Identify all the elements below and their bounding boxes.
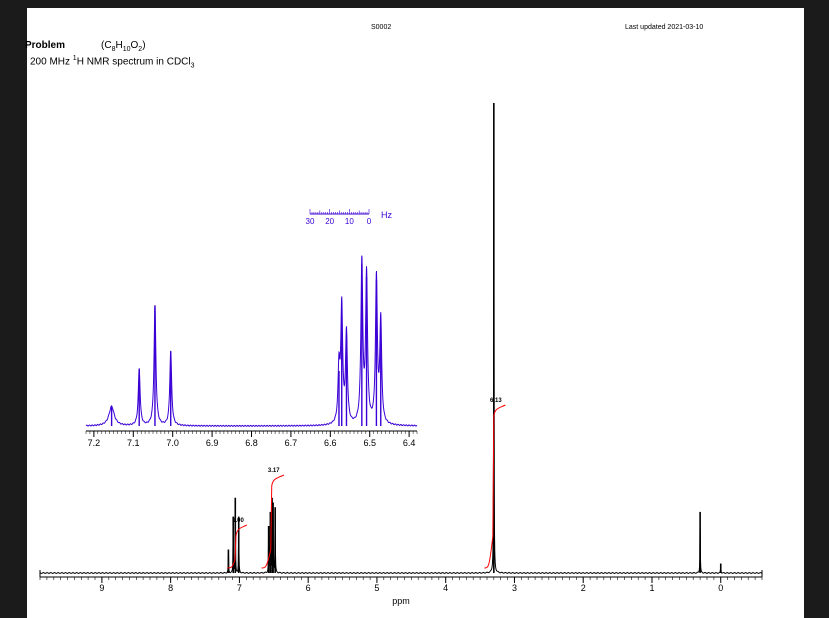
main-spectrum: 9 8 7 6 5 4 3 2 1 0ppm1.003.176.13: [39, 103, 763, 606]
hz-scale-label: 20: [325, 217, 334, 226]
x-axis-title: ppm: [392, 596, 410, 606]
x-axis-tick-label: 3: [512, 583, 517, 593]
x-axis-tick-label: 0: [718, 583, 723, 593]
inset-tick-label: 7.2: [88, 438, 101, 448]
x-axis-tick-label: 4: [443, 583, 448, 593]
inset-tick-label: 6.5: [363, 438, 376, 448]
x-axis-tick-label: 9: [99, 583, 104, 593]
integral-label: 1.00: [232, 518, 244, 524]
integral-label: 3.17: [268, 468, 280, 474]
integral-label: 6.13: [490, 398, 502, 404]
inset-tick-label: 6.9: [206, 438, 219, 448]
hz-scale-label: 30: [306, 217, 315, 226]
inset-tick-label: 7.1: [127, 438, 140, 448]
nmr-spectrum-chart: 9 8 7 6 5 4 3 2 1 0ppm1.003.176.13 7.2 7.1 7.0 6.9 6.…: [39, 103, 763, 606]
x-axis-tick-label: 2: [581, 583, 586, 593]
inset-tick-label: 6.4: [403, 438, 416, 448]
inset-tick-label: 6.7: [285, 438, 298, 448]
inset-tick-label: 6.6: [324, 438, 337, 448]
hz-scale-label: 0: [367, 217, 372, 226]
inset-tick-label: 7.0: [166, 438, 179, 448]
spectrum-trace: [39, 162, 763, 574]
x-axis-tick-label: 8: [168, 583, 173, 593]
integral-curve: [227, 524, 248, 569]
hz-scale-label: 10: [345, 217, 354, 226]
x-axis-tick-label: 7: [237, 583, 242, 593]
x-axis-tick-label: 6: [306, 583, 311, 593]
x-axis-tick-label: 5: [374, 583, 379, 593]
hz-scale-ticks: [309, 209, 370, 214]
inset-expansion: 7.2 7.1 7.0 6.9 6.8 6.7 6.6 6.5 6.4 30 20 10 0 Hz: [85, 209, 418, 448]
inset-spectrum-trace: [85, 255, 418, 427]
x-axis-tick-label: 1: [649, 583, 654, 593]
hz-unit-label: Hz: [381, 210, 392, 220]
inset-tick-label: 6.8: [245, 438, 258, 448]
